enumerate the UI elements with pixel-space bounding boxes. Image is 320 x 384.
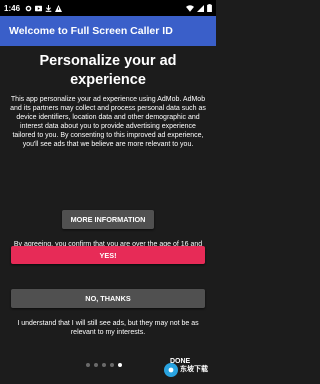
status-left-icons <box>25 4 63 12</box>
signal-icon <box>197 4 204 12</box>
status-right-icons <box>186 4 212 12</box>
watermark-text: 东坡下载 <box>180 366 208 373</box>
consent-dialog: Personalize your ad experience This app … <box>0 46 216 384</box>
consent-body: This app personalize your ad experience … <box>10 96 206 148</box>
page-dot-3 <box>102 363 106 367</box>
play-icon <box>35 5 43 11</box>
more-information-button[interactable]: MORE INFORMATION <box>62 210 154 229</box>
app-title: Welcome to Full Screen Caller ID <box>9 25 173 37</box>
status-bar: 1:46 <box>0 0 216 16</box>
app-bar: Welcome to Full Screen Caller ID <box>0 16 216 46</box>
no-thanks-button[interactable]: NO, THANKS <box>11 289 205 308</box>
page-dot-4 <box>110 363 114 367</box>
watermark: 东坡下载 <box>164 360 214 380</box>
download-icon <box>45 4 52 12</box>
page-dot-5 <box>118 363 122 367</box>
settings-icon <box>25 5 32 11</box>
page-dot-2 <box>94 363 98 367</box>
alert-icon <box>55 4 63 12</box>
page-dot-1 <box>86 363 90 367</box>
logo-icon <box>164 363 178 377</box>
page-indicator <box>86 363 122 367</box>
status-time: 1:46 <box>4 3 21 13</box>
battery-icon <box>207 4 212 12</box>
consent-heading: Personalize your ad experience <box>39 53 177 88</box>
yes-button[interactable]: YES! <box>11 246 205 264</box>
wifi-icon <box>186 4 194 12</box>
disclaimer-text: I understand that I will still see ads, … <box>17 320 199 336</box>
